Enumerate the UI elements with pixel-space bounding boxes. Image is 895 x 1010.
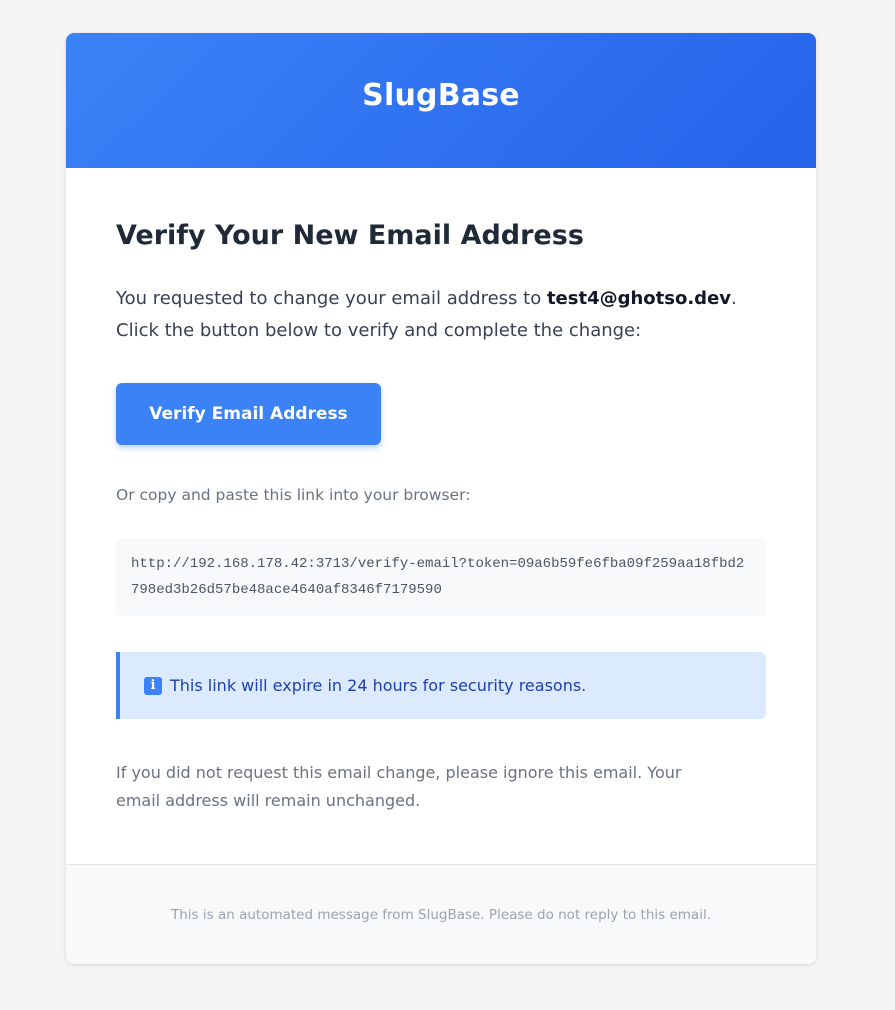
intro-paragraph: You requested to change your email addre…: [116, 283, 771, 347]
brand-title: SlugBase: [362, 78, 520, 113]
info-icon: i: [144, 676, 162, 695]
footer-text: This is an automated message from SlugBa…: [171, 907, 711, 923]
copy-link-hint: Or copy and paste this link into your br…: [116, 486, 471, 504]
new-email-address: test4@ghotso.dev: [546, 288, 732, 309]
verify-link-text[interactable]: http://192.168.178.42:3713/verify-email?…: [116, 538, 766, 616]
verify-email-button[interactable]: Verify Email Address: [116, 383, 381, 445]
email-card: SlugBase Verify Your New Email Address Y…: [66, 33, 816, 964]
email-footer: This is an automated message from SlugBa…: [66, 864, 816, 964]
intro-text-before: You requested to change your email addre…: [116, 288, 547, 309]
email-header: SlugBase: [66, 33, 816, 168]
ignore-disclaimer: If you did not request this email change…: [116, 763, 682, 810]
page-title: Verify Your New Email Address: [116, 220, 584, 251]
expiry-notice: i This link will expire in 24 hours for …: [116, 652, 766, 719]
expiry-notice-text: This link will expire in 24 hours for se…: [170, 676, 587, 695]
email-content: Verify Your New Email Address You reques…: [66, 168, 816, 864]
